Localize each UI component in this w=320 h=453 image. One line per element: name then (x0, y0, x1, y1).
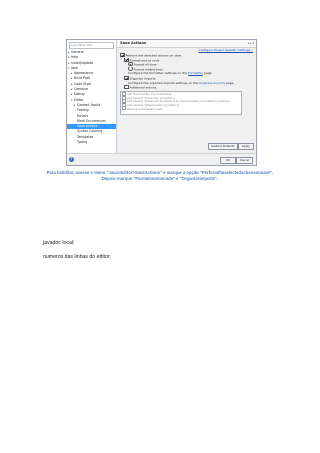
settings-link[interactable]: Organize Imports (199, 81, 225, 85)
tree-item-label: Install/Update (71, 60, 94, 65)
help-text: page. (202, 71, 213, 76)
preferences-dialog-screenshot: type filter text ▸General ▸Help ▸Install/U… (66, 39, 257, 166)
help-text: page. (225, 80, 235, 85)
option-label: Format all lines (133, 62, 157, 67)
tree-item-label: Content Assist (77, 102, 100, 107)
tree-item-label: Compiler (74, 87, 89, 92)
checkbox[interactable] (124, 75, 129, 81)
apply-button[interactable]: Apply (238, 143, 254, 150)
page-title: Save Actions (120, 41, 147, 45)
checkbox[interactable] (124, 57, 129, 62)
tree-item-label: Java (71, 65, 78, 70)
dialog-button-bar: ? OK Cancel (67, 153, 256, 165)
tree-item-label: Help (71, 55, 79, 60)
help-text: Configure the formatter settings on the (128, 71, 189, 76)
tree-item-label: Build Path (74, 76, 91, 81)
option-label: Additional actions (129, 85, 157, 90)
tree-item-label: Templates (77, 134, 94, 139)
preferences-tree: type filter text ▸General ▸Help ▸Install/U… (67, 40, 117, 165)
tree-item-label: Appearance (74, 71, 94, 76)
tree-item-label: Typing (77, 140, 88, 145)
page-header: Save Actions ◂ ▸ ▾ (117, 40, 256, 48)
help-icon[interactable]: ? (69, 156, 74, 162)
tree-item-label: Folding (77, 108, 89, 113)
body-text-line-numbers: numeros das linhas do editor; (43, 254, 112, 260)
body-text-javadoc: javadoc local; (43, 240, 75, 246)
tree-item[interactable]: Typing (67, 140, 116, 145)
radio-button[interactable] (128, 66, 133, 72)
figure-caption-line-2: Depois marque "Formatsourcecode" e "Orga… (101, 175, 219, 181)
tree-item-label: Code Style (74, 81, 92, 86)
cancel-button[interactable]: Cancel (236, 156, 253, 164)
tree-item-label: General (71, 50, 84, 54)
additional-actions-list: Add final modifier to private fields Add … (120, 90, 242, 116)
tree-item-label: Mark Occurrences (77, 118, 106, 123)
checkbox[interactable] (124, 85, 129, 90)
tree-item-label: Debug (74, 92, 85, 97)
tree-item-label: Hovers (77, 113, 89, 118)
ok-button[interactable]: OK (220, 156, 236, 164)
tree-item-label: Save Actions (77, 124, 98, 129)
checkbox (122, 106, 126, 111)
option-label: Perform the selected actions on save (125, 53, 182, 58)
settings-link[interactable]: Formatter (188, 71, 203, 75)
nav-arrows-icon[interactable]: ◂ ▸ ▾ (248, 40, 254, 47)
restore-defaults-button[interactable]: Restore Defaults (208, 143, 238, 150)
additional-action-item: Remove unnecessary casts (121, 106, 241, 111)
tree-item-label: Syntax Coloring (77, 129, 103, 134)
preferences-page: Save Actions ◂ ▸ ▾ Configure Project Spe… (117, 40, 256, 165)
action-label: Remove unnecessary casts (127, 107, 163, 111)
document-page: type filter text ▸General ▸Help ▸Install/U… (0, 0, 320, 453)
tree-item-label: Editor (74, 97, 84, 102)
filter-input[interactable]: type filter text (69, 42, 114, 49)
help-text: Configure the organize imports settings … (128, 80, 200, 85)
checkbox-option[interactable]: Additional actions (117, 85, 256, 90)
